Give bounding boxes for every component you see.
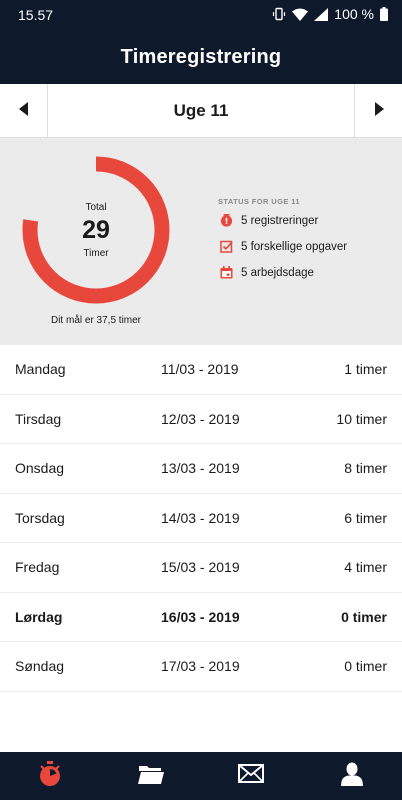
day-date: 14/03 - 2019 — [161, 509, 240, 526]
checkbox-icon — [220, 240, 233, 253]
tab-projects[interactable] — [101, 752, 201, 800]
day-hours: 6 timer — [344, 509, 387, 526]
day-row-onsdag[interactable]: Onsdag 13/03 - 2019 8 timer — [0, 444, 402, 494]
status-heading: STATUS FOR UGE 11 — [218, 197, 300, 206]
day-row-tirsdag[interactable]: Tirsdag 12/03 - 2019 10 timer — [0, 395, 402, 444]
day-hours: 8 timer — [344, 460, 387, 476]
status-item-text: 5 arbejdsdage — [241, 266, 314, 279]
status-item-registrations: 5 registreringer — [220, 214, 318, 227]
day-name: Mandag — [15, 361, 66, 377]
status-bar: 15.57 100 % — [0, 0, 402, 30]
day-name: Tirsdag — [15, 410, 62, 427]
week-label: Uge 11 — [173, 101, 229, 120]
day-hours: 0 timer — [344, 658, 387, 674]
goal-text: Dit mål er 37,5 timer — [50, 315, 142, 326]
tab-messages[interactable] — [201, 752, 301, 800]
day-name: Lørdag — [15, 608, 63, 625]
app-header: Timeregistrering — [0, 30, 402, 84]
status-item-text: 5 registreringer — [241, 214, 319, 227]
bottom-tab-bar — [0, 752, 402, 800]
day-date: 16/03 - 2019 — [161, 608, 240, 625]
hours-unit-label: Timer — [83, 248, 109, 259]
tab-timer[interactable] — [0, 752, 100, 800]
day-date: 17/03 - 2019 — [161, 658, 240, 674]
day-row-lordag[interactable]: Lørdag 16/03 - 2019 0 timer — [0, 593, 402, 642]
day-date: 12/03 - 2019 — [161, 410, 240, 427]
calendar-icon — [220, 266, 233, 279]
status-indicators: 100 % — [272, 6, 388, 22]
day-date: 15/03 - 2019 — [161, 559, 240, 575]
alert-icon — [220, 214, 233, 227]
day-row-fredag[interactable]: Fredag 15/03 - 2019 4 timer — [0, 543, 402, 593]
next-week-button[interactable] — [354, 84, 402, 138]
day-name: Fredag — [15, 559, 60, 575]
day-hours: 1 timer — [344, 361, 387, 377]
page-title: Timeregistrering — [120, 45, 282, 68]
status-item-tasks: 5 forskellige opgaver — [220, 240, 347, 253]
battery-text: 100 % — [334, 6, 374, 22]
mail-icon — [238, 764, 264, 788]
day-hours: 10 timer — [336, 410, 387, 427]
week-summary: Total 29 Timer Dit mål er 37,5 timer STA… — [0, 138, 402, 345]
day-date: 11/03 - 2019 — [161, 361, 239, 377]
user-icon — [341, 762, 363, 791]
battery-icon — [380, 7, 388, 21]
status-item-text: 5 forskellige opgaver — [241, 240, 348, 253]
day-list: Mandag 11/03 - 2019 1 timer Tirsdag 12/0… — [0, 345, 402, 692]
previous-week-button[interactable] — [0, 84, 48, 138]
vibrate-icon — [272, 7, 286, 21]
day-row-torsdag[interactable]: Torsdag 14/03 - 2019 6 timer — [0, 494, 402, 543]
status-item-workdays: 5 arbejdsdage — [220, 266, 314, 279]
signal-icon — [314, 7, 329, 21]
day-name: Onsdag — [15, 460, 65, 476]
status-time: 15.57 — [18, 7, 54, 23]
total-label: Total — [85, 202, 107, 213]
arrow-left-icon — [18, 101, 29, 121]
day-name: Søndag — [15, 658, 65, 674]
day-row-sondag[interactable]: Søndag 17/03 - 2019 0 timer — [0, 642, 402, 692]
day-row-mandag[interactable]: Mandag 11/03 - 2019 1 timer — [0, 345, 402, 395]
arrow-right-icon — [374, 101, 384, 121]
day-date: 13/03 - 2019 — [161, 460, 240, 476]
stopwatch-icon — [38, 760, 62, 792]
wifi-icon — [292, 8, 309, 21]
tab-profile[interactable] — [302, 752, 402, 800]
day-name: Torsdag — [15, 509, 65, 526]
day-hours: 0 timer — [341, 608, 387, 625]
day-hours: 4 timer — [344, 559, 387, 575]
week-navigator: Uge 11 — [0, 84, 402, 138]
folder-icon — [138, 763, 164, 790]
total-hours-value: 29 — [82, 216, 110, 244]
